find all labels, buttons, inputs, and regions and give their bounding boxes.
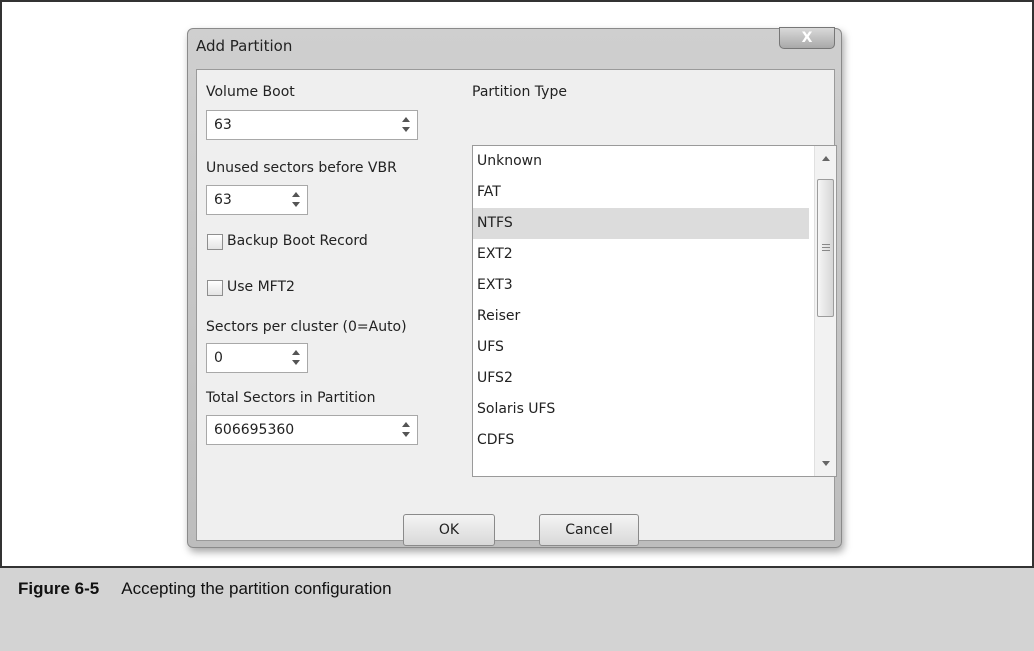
backup-boot-record-checkbox[interactable] xyxy=(207,234,223,250)
partition-type-item[interactable]: FAT xyxy=(473,177,809,208)
partition-type-item[interactable]: NTFS xyxy=(473,208,809,239)
scroll-up-arrow-icon[interactable] xyxy=(822,156,830,161)
cancel-button[interactable]: Cancel xyxy=(539,514,639,546)
spinner-arrows-icon[interactable] xyxy=(401,116,411,134)
total-sectors-spinner[interactable]: 606695360 xyxy=(206,415,418,445)
spinner-arrows-icon[interactable] xyxy=(291,349,301,367)
partition-type-list[interactable]: Unknown FAT NTFS EXT2 EXT3 Reiser UFS UFS2 Solar… xyxy=(472,145,837,477)
unused-sectors-value: 63 xyxy=(214,192,232,208)
scroll-down-arrow-icon[interactable] xyxy=(822,461,830,466)
partition-type-items: Unknown FAT NTFS EXT2 EXT3 Reiser UFS UFS2 Solar… xyxy=(473,146,836,456)
volume-boot-value: 63 xyxy=(214,117,232,133)
partition-type-scrollbar[interactable] xyxy=(814,146,836,476)
grip-icon xyxy=(822,244,830,251)
partition-type-item[interactable]: UFS xyxy=(473,332,809,363)
partition-type-label: Partition Type xyxy=(472,84,567,100)
dialog-title: Add Partition xyxy=(196,37,293,55)
total-sectors-label: Total Sectors in Partition xyxy=(206,390,376,406)
close-icon: X xyxy=(801,30,813,46)
sectors-per-cluster-label: Sectors per cluster (0=Auto) xyxy=(206,319,407,335)
partition-type-item[interactable]: EXT3 xyxy=(473,270,809,301)
figure-caption: Figure 6-5 Accepting the partition config… xyxy=(18,579,392,599)
partition-type-item[interactable]: EXT2 xyxy=(473,239,809,270)
use-mft2-label: Use MFT2 xyxy=(227,279,295,295)
spinner-arrows-icon[interactable] xyxy=(401,421,411,439)
partition-type-item[interactable]: CDFS xyxy=(473,425,809,456)
figure-number: Figure 6-5 xyxy=(18,579,100,598)
dialog-client-area: Volume Boot 63 Unused sectors before VBR… xyxy=(196,69,837,546)
ok-button[interactable]: OK xyxy=(403,514,495,546)
scrollbar-thumb[interactable] xyxy=(817,179,834,317)
partition-type-item[interactable]: UFS2 xyxy=(473,363,809,394)
use-mft2-checkbox[interactable] xyxy=(207,280,223,296)
spinner-arrows-icon[interactable] xyxy=(291,191,301,209)
unused-sectors-spinner[interactable]: 63 xyxy=(206,185,308,215)
total-sectors-value: 606695360 xyxy=(214,422,295,438)
unused-sectors-label: Unused sectors before VBR xyxy=(206,160,397,176)
add-partition-dialog: Add Partition X Volume Boot 63 Unused se… xyxy=(187,27,842,548)
partition-type-item[interactable]: Solaris UFS xyxy=(473,394,809,425)
sectors-per-cluster-spinner[interactable]: 0 xyxy=(206,343,308,373)
backup-boot-record-label: Backup Boot Record xyxy=(227,233,368,249)
sectors-per-cluster-value: 0 xyxy=(214,350,223,366)
partition-type-item[interactable]: Reiser xyxy=(473,301,809,332)
close-button[interactable]: X xyxy=(779,27,835,49)
volume-boot-label: Volume Boot xyxy=(206,84,295,100)
partition-type-item[interactable]: Unknown xyxy=(473,146,809,177)
figure-caption-text: Accepting the partition configuration xyxy=(121,579,392,598)
volume-boot-spinner[interactable]: 63 xyxy=(206,110,418,140)
